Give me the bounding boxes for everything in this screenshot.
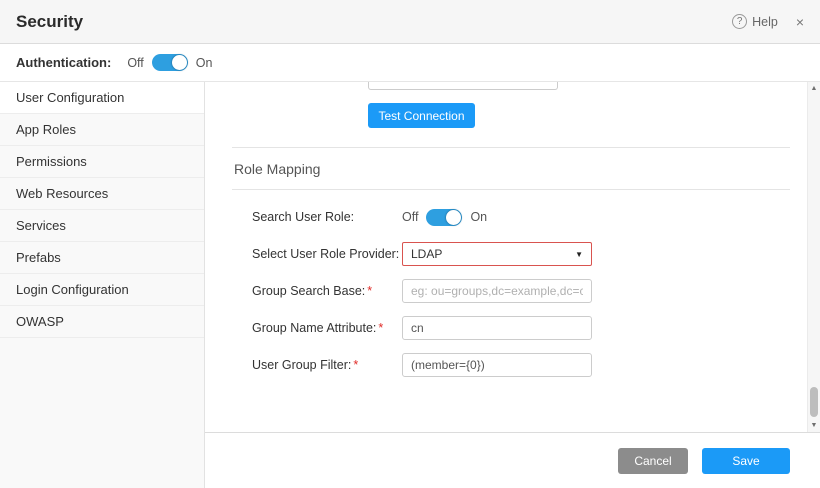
group-search-base-label: Group Search Base:* xyxy=(252,284,402,298)
save-button[interactable]: Save xyxy=(702,448,790,474)
authentication-label: Authentication: xyxy=(16,55,111,70)
search-user-role-toggle-group: Off On xyxy=(402,209,487,226)
search-user-role-row: Search User Role: Off On xyxy=(252,205,790,229)
authentication-toggle[interactable] xyxy=(152,54,188,71)
sidebar-item-app-roles[interactable]: App Roles xyxy=(0,114,204,146)
group-search-base-input[interactable] xyxy=(402,279,592,303)
test-connection-button[interactable]: Test Connection xyxy=(368,103,475,128)
scroll-down-icon[interactable]: ▼ xyxy=(808,419,820,432)
previous-field-partial-input[interactable] xyxy=(368,82,558,90)
search-user-role-off-label: Off xyxy=(402,210,418,224)
user-role-provider-select[interactable]: LDAP ▼ xyxy=(402,242,592,266)
close-icon[interactable]: × xyxy=(796,15,804,29)
group-search-base-row: Group Search Base:* xyxy=(252,279,790,303)
role-mapping-panel: Role Mapping Search User Role: Off On Se… xyxy=(232,147,790,390)
help-icon: ? xyxy=(732,14,747,29)
scrollable-form-area: Test Connection Role Mapping Search User… xyxy=(205,82,807,432)
sidebar-item-prefabs[interactable]: Prefabs xyxy=(0,242,204,274)
help-button[interactable]: ? Help xyxy=(732,14,778,29)
search-user-role-on-label: On xyxy=(470,210,487,224)
required-asterisk: * xyxy=(367,284,372,298)
page-title: Security xyxy=(16,12,83,32)
sidebar-item-login-configuration[interactable]: Login Configuration xyxy=(0,274,204,306)
footer-action-bar: Cancel Save xyxy=(205,432,820,488)
required-asterisk: * xyxy=(353,358,358,372)
help-label: Help xyxy=(752,15,778,29)
sidebar-item-web-resources[interactable]: Web Resources xyxy=(0,178,204,210)
user-group-filter-label: User Group Filter:* xyxy=(252,358,402,372)
authentication-toggle-knob xyxy=(172,55,187,70)
provider-row: Select User Role Provider: LDAP ▼ xyxy=(252,242,790,266)
search-user-role-label: Search User Role: xyxy=(252,210,402,224)
role-mapping-form: Search User Role: Off On Select User Rol… xyxy=(232,190,790,377)
cancel-button[interactable]: Cancel xyxy=(618,448,688,474)
user-role-provider-selected-value: LDAP xyxy=(411,247,442,261)
authentication-bar: Authentication: Off On xyxy=(0,44,820,82)
group-name-attribute-row: Group Name Attribute:* xyxy=(252,316,790,340)
role-mapping-title: Role Mapping xyxy=(232,148,790,190)
search-user-role-toggle-knob xyxy=(446,210,461,225)
authentication-on-label: On xyxy=(196,56,213,70)
sidebar-item-user-configuration[interactable]: User Configuration xyxy=(0,82,204,114)
group-search-base-label-text: Group Search Base: xyxy=(252,284,365,298)
required-asterisk: * xyxy=(378,321,383,335)
user-group-filter-row: User Group Filter:* xyxy=(252,353,790,377)
vertical-scrollbar[interactable]: ▲ ▼ xyxy=(807,82,820,432)
main-content: Test Connection Role Mapping Search User… xyxy=(205,82,820,488)
group-name-attribute-label: Group Name Attribute:* xyxy=(252,321,402,335)
scrollbar-thumb[interactable] xyxy=(810,387,818,417)
sidebar: User Configuration App Roles Permissions… xyxy=(0,82,205,488)
provider-label: Select User Role Provider: xyxy=(252,247,402,261)
scroll-up-icon[interactable]: ▲ xyxy=(808,82,820,95)
group-name-attribute-input[interactable] xyxy=(402,316,592,340)
header: Security ? Help × xyxy=(0,0,820,44)
user-group-filter-input[interactable] xyxy=(402,353,592,377)
authentication-off-label: Off xyxy=(127,56,143,70)
sidebar-item-permissions[interactable]: Permissions xyxy=(0,146,204,178)
group-name-attribute-label-text: Group Name Attribute: xyxy=(252,321,376,335)
sidebar-item-owasp[interactable]: OWASP xyxy=(0,306,204,338)
sidebar-item-services[interactable]: Services xyxy=(0,210,204,242)
authentication-toggle-group: Off On xyxy=(127,54,212,71)
search-user-role-toggle[interactable] xyxy=(426,209,462,226)
dropdown-arrow-icon: ▼ xyxy=(575,250,583,259)
user-group-filter-label-text: User Group Filter: xyxy=(252,358,351,372)
header-actions: ? Help × xyxy=(732,14,804,29)
